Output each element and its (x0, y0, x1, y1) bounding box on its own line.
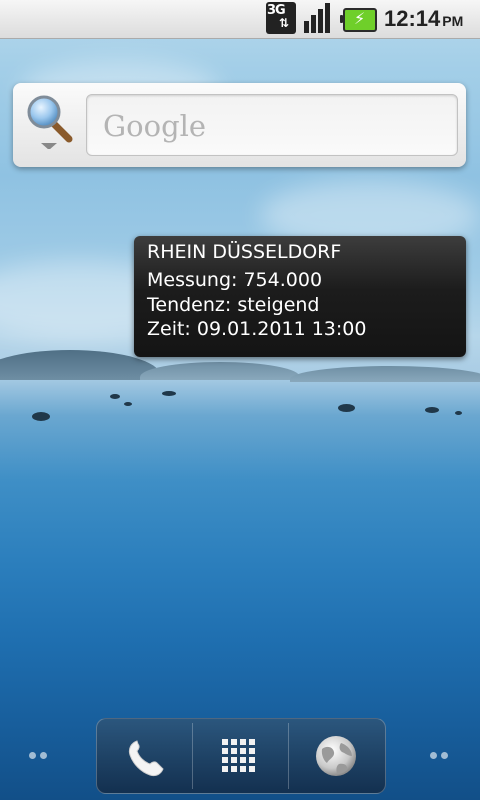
previous-screen-dots[interactable] (29, 752, 51, 760)
3g-data-icon: 3G ⇅ (266, 2, 296, 34)
wallpaper-rock (425, 407, 439, 413)
water-level-widget[interactable]: RHEIN DÜSSELDORF Messung: 754.000 Tenden… (134, 236, 466, 357)
wallpaper-hill (290, 366, 480, 382)
wallpaper-rock (162, 391, 176, 396)
widget-time: Zeit: 09.01.2011 13:00 (147, 318, 367, 340)
launcher-dock (96, 718, 386, 794)
wallpaper-rock (455, 411, 462, 415)
home-screen: 3G ⇅ ⚡ 12:14 PM Google RHEIN DÜSSELDORF … (0, 0, 480, 800)
google-search-widget: Google (13, 83, 466, 167)
widget-trend: Tendenz: steigend (147, 294, 320, 316)
app-drawer-icon (222, 739, 255, 772)
browser-icon (316, 736, 356, 776)
search-placeholder: Google (103, 109, 207, 143)
data-arrows-icon: ⇅ (279, 16, 290, 30)
clock-time: 12:14 (384, 6, 441, 31)
search-icon[interactable] (25, 93, 73, 150)
wallpaper-hill (140, 362, 300, 380)
charging-bolt-icon: ⚡ (354, 9, 366, 28)
search-input[interactable]: Google (86, 94, 458, 156)
phone-button[interactable] (97, 719, 192, 793)
clock-ampm: PM (442, 13, 464, 29)
status-clock: 12:14 PM (384, 6, 463, 32)
phone-icon (128, 740, 164, 777)
browser-button[interactable] (289, 719, 384, 793)
wallpaper-rock (110, 394, 120, 399)
next-screen-dots[interactable] (430, 752, 452, 760)
status-bar[interactable]: 3G ⇅ ⚡ 12:14 PM (0, 0, 480, 39)
wallpaper-rock (32, 412, 50, 421)
wallpaper-rock (338, 404, 355, 412)
widget-location: RHEIN DÜSSELDORF (147, 241, 342, 263)
wallpaper-rock (124, 402, 132, 406)
battery-charging-icon: ⚡ (340, 8, 377, 32)
widget-measurement: Messung: 754.000 (147, 269, 323, 291)
app-drawer-button[interactable] (193, 719, 288, 793)
signal-strength-icon (304, 3, 336, 33)
